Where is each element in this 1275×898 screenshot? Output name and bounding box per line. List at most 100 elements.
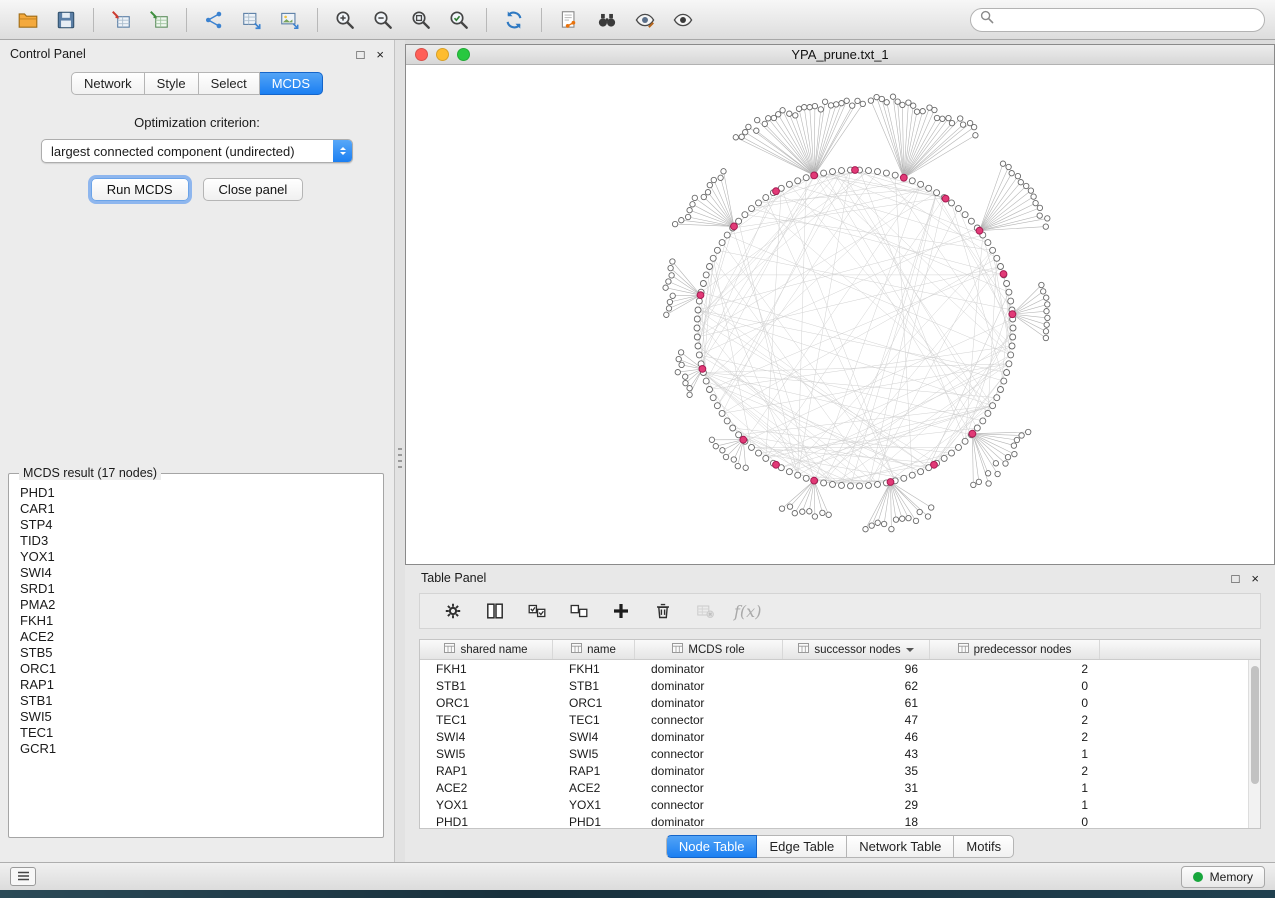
search-box[interactable] bbox=[970, 8, 1265, 32]
show-columns-icon[interactable] bbox=[482, 598, 508, 624]
mcds-result-item[interactable]: STB1 bbox=[20, 693, 381, 709]
mcds-result-item[interactable]: TID3 bbox=[20, 533, 381, 549]
mcds-result-item[interactable]: ACE2 bbox=[20, 629, 381, 645]
mcds-result-item[interactable]: PHD1 bbox=[20, 485, 381, 501]
table-tab-network-table[interactable]: Network Table bbox=[847, 835, 954, 858]
table-tab-edge-table[interactable]: Edge Table bbox=[757, 835, 847, 858]
export-table-icon[interactable] bbox=[234, 5, 270, 35]
settings-gear-icon[interactable] bbox=[440, 598, 466, 624]
table-scrollbar[interactable] bbox=[1248, 660, 1260, 828]
table-row[interactable]: STB1STB1dominator620 bbox=[420, 677, 1260, 694]
export-network-icon[interactable] bbox=[196, 5, 232, 35]
table-row[interactable]: PHD1PHD1dominator180 bbox=[420, 813, 1260, 829]
table-tab-node-table[interactable]: Node Table bbox=[666, 835, 758, 858]
open-file-icon[interactable] bbox=[10, 5, 46, 35]
save-session-icon[interactable] bbox=[48, 5, 84, 35]
import-table-icon[interactable] bbox=[141, 5, 177, 35]
delete-column-icon[interactable] bbox=[650, 598, 676, 624]
splitter-handle-icon[interactable] bbox=[398, 448, 402, 472]
criterion-select[interactable]: largest connected component (undirected) bbox=[41, 139, 353, 163]
tab-style[interactable]: Style bbox=[145, 72, 199, 95]
panel-splitter[interactable] bbox=[395, 40, 405, 862]
column-header-name[interactable]: name bbox=[553, 640, 635, 659]
tab-network[interactable]: Network bbox=[71, 72, 145, 95]
table-tab-motifs[interactable]: Motifs bbox=[954, 835, 1014, 858]
tab-select[interactable]: Select bbox=[199, 72, 260, 95]
mcds-result-item[interactable]: FKH1 bbox=[20, 613, 381, 629]
add-column-icon[interactable] bbox=[608, 598, 634, 624]
mcds-result-item[interactable]: YOX1 bbox=[20, 549, 381, 565]
float-panel-icon[interactable]: □ bbox=[357, 48, 365, 61]
mcds-result-item[interactable]: PMA2 bbox=[20, 597, 381, 613]
close-panel-icon[interactable]: × bbox=[376, 48, 384, 61]
mcds-result-item[interactable]: STB5 bbox=[20, 645, 381, 661]
list-icon bbox=[17, 869, 30, 884]
panel-menu-button[interactable] bbox=[10, 867, 36, 886]
mcds-result-item[interactable]: SWI4 bbox=[20, 565, 381, 581]
deselect-all-icon[interactable] bbox=[566, 598, 592, 624]
zoom-selected-icon[interactable] bbox=[441, 5, 477, 35]
zoom-in-icon[interactable] bbox=[327, 5, 363, 35]
mcds-result-item[interactable]: STP4 bbox=[20, 517, 381, 533]
table-row[interactable]: ORC1ORC1dominator610 bbox=[420, 694, 1260, 711]
table-row[interactable]: SWI5SWI5connector431 bbox=[420, 745, 1260, 762]
mcds-result-list[interactable]: PHD1CAR1STP4TID3YOX1SWI4SRD1PMA2FKH1ACE2… bbox=[11, 482, 381, 835]
cell-mcds-role: connector bbox=[635, 798, 783, 812]
mcds-result-item[interactable]: TEC1 bbox=[20, 725, 381, 741]
network-canvas[interactable] bbox=[406, 65, 1274, 564]
cell-shared-name: ORC1 bbox=[420, 696, 553, 710]
search-input[interactable] bbox=[1000, 12, 1255, 28]
zoom-out-icon[interactable] bbox=[365, 5, 401, 35]
table-row[interactable]: FKH1FKH1dominator962 bbox=[420, 660, 1260, 677]
search-network-icon[interactable] bbox=[589, 5, 625, 35]
mcds-result-item[interactable]: SRD1 bbox=[20, 581, 381, 597]
optimization-criterion-label: Optimization criterion: bbox=[0, 115, 394, 130]
tab-mcds[interactable]: MCDS bbox=[260, 72, 323, 95]
cell-predecessor-nodes: 0 bbox=[930, 815, 1100, 829]
table-row[interactable]: SWI4SWI4dominator462 bbox=[420, 728, 1260, 745]
zoom-fit-icon[interactable] bbox=[403, 5, 439, 35]
select-all-icon[interactable] bbox=[524, 598, 550, 624]
window-minimize-button[interactable] bbox=[436, 48, 449, 61]
main-toolbar-icons bbox=[10, 5, 701, 35]
cell-mcds-role: connector bbox=[635, 713, 783, 727]
mcds-result-item[interactable]: GCR1 bbox=[20, 741, 381, 757]
toolbar-separator bbox=[93, 8, 94, 32]
column-header-mcds-role[interactable]: MCDS role bbox=[635, 640, 783, 659]
cell-mcds-role: dominator bbox=[635, 730, 783, 744]
close-table-panel-icon[interactable]: × bbox=[1251, 572, 1259, 585]
table-row[interactable]: YOX1YOX1connector291 bbox=[420, 796, 1260, 813]
column-header-successor-nodes[interactable]: successor nodes bbox=[783, 640, 930, 659]
cell-successor-nodes: 62 bbox=[783, 679, 930, 693]
window-zoom-button[interactable] bbox=[457, 48, 470, 61]
table-row[interactable]: RAP1RAP1dominator352 bbox=[420, 762, 1260, 779]
table-row[interactable]: TEC1TEC1connector472 bbox=[420, 711, 1260, 728]
network-window-title: YPA_prune.txt_1 bbox=[791, 47, 888, 62]
mcds-result-item[interactable]: CAR1 bbox=[20, 501, 381, 517]
cell-shared-name: STB1 bbox=[420, 679, 553, 693]
close-panel-button[interactable]: Close panel bbox=[203, 178, 304, 201]
column-header-filler bbox=[1100, 640, 1260, 659]
export-image-icon[interactable] bbox=[272, 5, 308, 35]
window-close-button[interactable] bbox=[415, 48, 428, 61]
style-preview-icon[interactable] bbox=[627, 5, 663, 35]
mcds-result-item[interactable]: ORC1 bbox=[20, 661, 381, 677]
column-label: MCDS role bbox=[688, 644, 744, 656]
share-document-icon[interactable] bbox=[551, 5, 587, 35]
float-table-panel-icon[interactable]: □ bbox=[1232, 572, 1240, 585]
sort-arrow-icon[interactable] bbox=[906, 648, 914, 656]
table-panel-header: Table Panel □ × bbox=[405, 565, 1275, 591]
run-mcds-button[interactable]: Run MCDS bbox=[91, 178, 189, 201]
scrollbar-thumb[interactable] bbox=[1251, 666, 1259, 784]
cell-predecessor-nodes: 2 bbox=[930, 730, 1100, 744]
mcds-result-item[interactable]: RAP1 bbox=[20, 677, 381, 693]
show-details-icon[interactable] bbox=[665, 5, 701, 35]
network-window-titlebar[interactable]: YPA_prune.txt_1 bbox=[406, 45, 1274, 65]
memory-button[interactable]: Memory bbox=[1181, 866, 1265, 888]
mcds-result-item[interactable]: SWI5 bbox=[20, 709, 381, 725]
column-header-predecessor-nodes[interactable]: predecessor nodes bbox=[930, 640, 1100, 659]
refresh-icon[interactable] bbox=[496, 5, 532, 35]
table-row[interactable]: ACE2ACE2connector311 bbox=[420, 779, 1260, 796]
column-header-shared-name[interactable]: shared name bbox=[420, 640, 553, 659]
import-network-icon[interactable] bbox=[103, 5, 139, 35]
